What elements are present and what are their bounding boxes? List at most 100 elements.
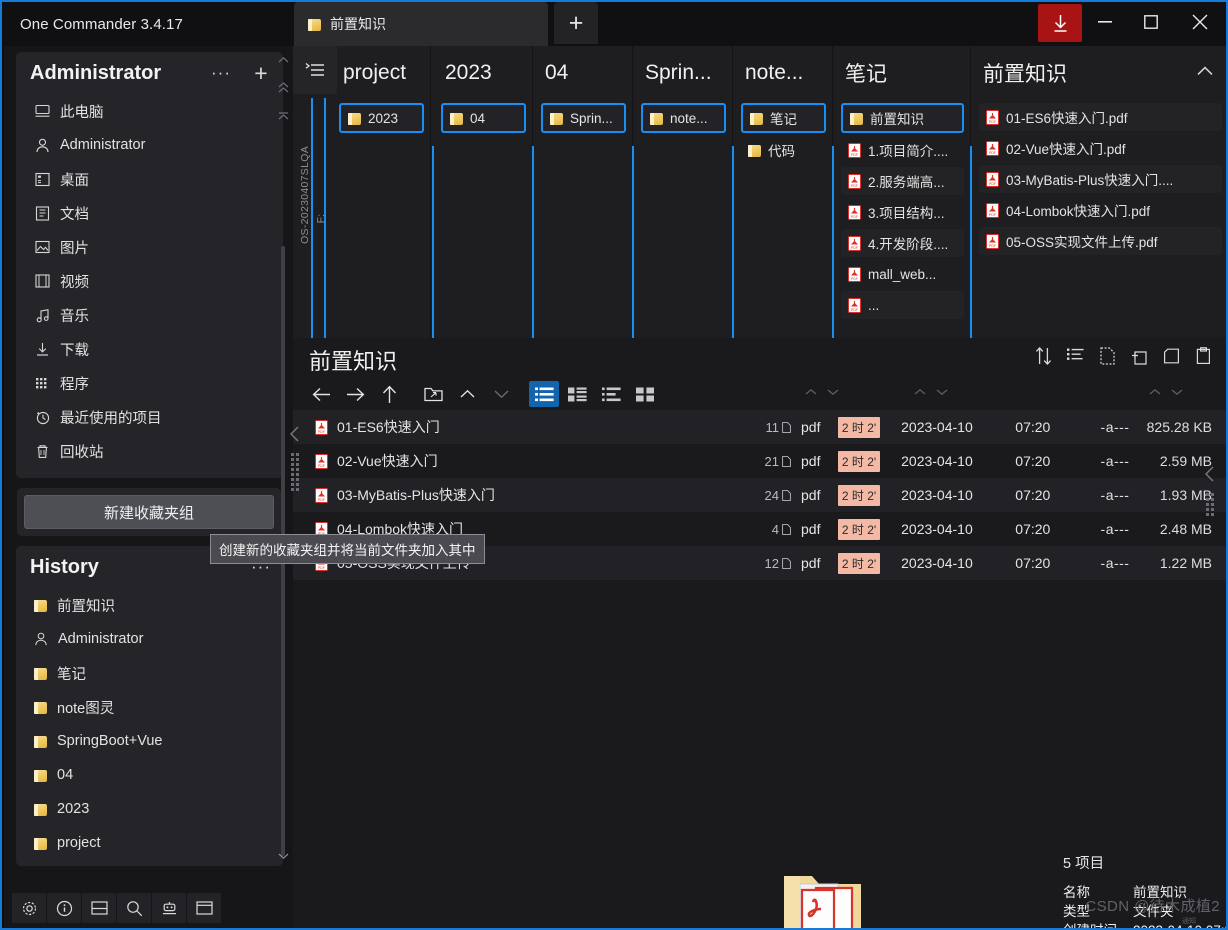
clipboard-icon[interactable]	[1188, 342, 1218, 370]
chevron-up-icon[interactable]	[451, 380, 483, 408]
miller-item-pdf-2[interactable]: 2.服务端高...	[841, 167, 964, 195]
sidebar-item-music[interactable]: 音乐	[16, 298, 283, 332]
history-item-6[interactable]: 2023	[16, 792, 283, 826]
pdf-icon	[986, 140, 999, 156]
arrow-up-icon[interactable]	[373, 380, 405, 408]
sidebar-item-recent[interactable]: 最近使用的项目	[16, 400, 283, 434]
sidebar-item-recycle-bin[interactable]: 回收站	[16, 434, 283, 468]
new-favorite-group-button[interactable]: 新建收藏夹组	[24, 495, 274, 529]
history-item-4[interactable]: SpringBoot+Vue	[16, 724, 283, 758]
grid-view-icon[interactable]	[629, 380, 661, 408]
file-age-cell: 2 时 2'	[837, 484, 901, 506]
history-item-2[interactable]: 笔记	[16, 656, 283, 690]
gear-icon[interactable]	[12, 893, 46, 923]
search-icon[interactable]	[117, 893, 151, 923]
chevron-up-icon[interactable]	[1188, 54, 1222, 88]
file-size: 2.48 MB	[1159, 521, 1213, 537]
miller-item-pdf-1[interactable]: 1.项目简介....	[841, 136, 964, 164]
miller-file-3[interactable]: 04-Lombok快速入门.pdf	[979, 196, 1222, 224]
chevron-down-icon	[823, 382, 843, 402]
miller-item-pdf-6[interactable]: ...	[841, 291, 964, 319]
miller-item-pdf-3[interactable]: 3.项目结构...	[841, 198, 964, 226]
group-icon[interactable]	[1060, 342, 1090, 370]
miller-item-04[interactable]: 04	[441, 103, 526, 133]
picture-icon	[34, 239, 50, 255]
favorites-add-button[interactable]: +	[243, 55, 279, 91]
miller-column-title: 笔记	[845, 63, 887, 86]
miller-file-4[interactable]: 05-OSS实现文件上传.pdf	[979, 227, 1222, 255]
history-item-3[interactable]: note图灵	[16, 690, 283, 724]
folder-icon	[748, 144, 761, 157]
sort-type[interactable]	[910, 382, 952, 404]
miller-file-2[interactable]: 03-MyBatis-Plus快速入门....	[979, 165, 1222, 193]
download-button[interactable]	[1038, 4, 1082, 42]
history-item-1[interactable]: Administrator	[16, 622, 283, 656]
details-view-icon[interactable]	[595, 380, 627, 408]
close-button[interactable]	[1174, 2, 1226, 42]
window-icon[interactable]	[187, 893, 221, 923]
left-collapse-handle[interactable]	[289, 426, 311, 491]
history-item-0[interactable]: 前置知识	[16, 588, 283, 622]
drag-dots[interactable]	[1206, 493, 1215, 516]
right-collapse-handle[interactable]	[1204, 466, 1226, 516]
miller-item-前置知识[interactable]: 前置知识	[841, 103, 964, 133]
sidebar-item-pictures[interactable]: 图片	[16, 230, 283, 264]
sidebar-item-documents[interactable]: 文档	[16, 196, 283, 230]
split-view-icon[interactable]	[82, 893, 116, 923]
tiles-view-icon[interactable]	[561, 380, 593, 408]
robot-icon[interactable]	[152, 893, 186, 923]
miller-file-1[interactable]: 02-Vue快速入门.pdf	[979, 134, 1222, 162]
table-row[interactable]: 03-MyBatis-Plus快速入门 24 pdf 2 时 2' 2023-0…	[293, 478, 1226, 512]
history-item-7[interactable]: project	[16, 826, 283, 860]
sort-pages[interactable]	[801, 382, 843, 404]
minimize-button[interactable]	[1082, 2, 1128, 42]
tabstrip: 前置知识 +	[294, 2, 598, 46]
miller-item-2023[interactable]: 2023	[339, 103, 424, 133]
table-row[interactable]: 01-ES6快速入门 11 pdf 2 时 2' 2023-04-10 07:2…	[293, 410, 1226, 444]
file-date: 2023-04-10	[901, 487, 973, 503]
sidebar-item-videos[interactable]: 视频	[16, 264, 283, 298]
drag-dots[interactable]	[291, 453, 300, 491]
sidebar-item-label: 视频	[60, 274, 89, 291]
favorites-more-button[interactable]: ···	[203, 55, 239, 91]
list-view-icon[interactable]	[529, 381, 559, 407]
sidebar-item-desktop[interactable]: 桌面	[16, 162, 283, 196]
favorites-panel: Administrator ··· + 此电脑 Administrator 桌面	[16, 52, 283, 478]
user-icon	[34, 137, 50, 153]
new-folder-icon[interactable]	[417, 380, 449, 408]
new-file-icon[interactable]	[1092, 342, 1122, 370]
sort-icon[interactable]	[1028, 342, 1058, 370]
miller-column-title: note...	[745, 61, 804, 84]
miller-item-label: 3.项目结构...	[868, 206, 945, 221]
miller-item-pdf-5[interactable]: mall_web...	[841, 260, 964, 288]
maximize-button[interactable]	[1128, 2, 1174, 42]
history-item-5[interactable]: 04	[16, 758, 283, 792]
info-icon[interactable]	[47, 893, 81, 923]
miller-item-springboot-vue[interactable]: Sprin...	[541, 103, 626, 133]
add-tab-icon[interactable]	[1124, 342, 1154, 370]
miller-file-0[interactable]: 01-ES6快速入门.pdf	[979, 103, 1222, 131]
new-tab-button[interactable]: +	[554, 2, 598, 44]
miller-item-笔记[interactable]: 笔记	[741, 103, 826, 133]
pdf-icon	[315, 487, 328, 503]
miller-item-note[interactable]: note...	[641, 103, 726, 133]
file-pages: 12	[764, 555, 779, 571]
table-row[interactable]: 02-Vue快速入门 21 pdf 2 时 2' 2023-04-10 07:2…	[293, 444, 1226, 478]
sidebar-item-administrator[interactable]: Administrator	[16, 128, 283, 162]
computer-icon	[34, 103, 50, 119]
tab-前置知识[interactable]: 前置知识	[294, 2, 548, 46]
new-window-icon[interactable]	[1156, 342, 1186, 370]
arrow-left-icon[interactable]	[305, 380, 337, 408]
sidebar-item-programs[interactable]: 程序	[16, 366, 283, 400]
miller-item-pdf-4[interactable]: 4.开发阶段....	[841, 229, 964, 257]
sidebar-item-this-pc[interactable]: 此电脑	[16, 94, 283, 128]
miller-item-代码[interactable]: 代码	[741, 136, 826, 164]
sort-size[interactable]	[1145, 382, 1187, 404]
arrow-right-icon[interactable]	[339, 380, 371, 408]
history-item-label: project	[57, 835, 101, 851]
sidebar-item-label: 此电脑	[60, 104, 104, 121]
history-item-label: 04	[57, 767, 74, 783]
sidebar-item-downloads[interactable]: 下载	[16, 332, 283, 366]
chevron-down-icon[interactable]	[485, 380, 517, 408]
pdf-icon	[315, 419, 328, 435]
